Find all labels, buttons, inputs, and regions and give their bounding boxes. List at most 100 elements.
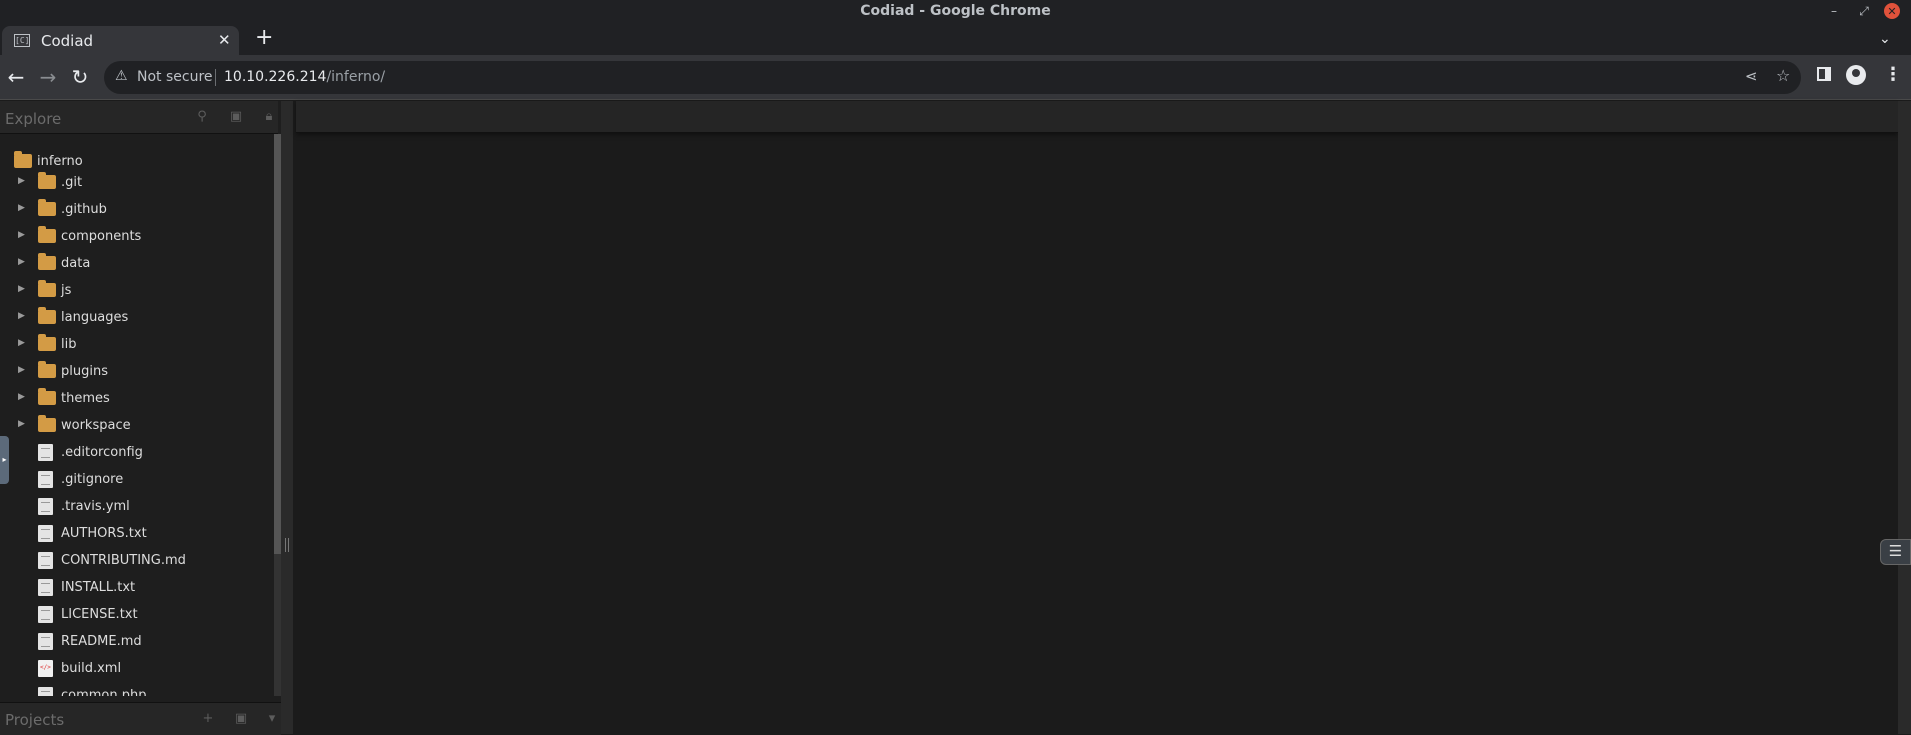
- file-icon: [38, 552, 53, 569]
- tree-file[interactable]: LICENSE.txt: [0, 604, 270, 626]
- file-name: INSTALL.txt: [61, 580, 136, 595]
- scrollbar-thumb[interactable]: [274, 134, 281, 554]
- expand-arrow-icon[interactable]: ▶: [18, 230, 25, 240]
- search-icon[interactable]: ⚲: [194, 109, 210, 125]
- folder-icon: [38, 280, 56, 297]
- expand-arrow-icon[interactable]: ▶: [18, 311, 25, 321]
- sidebar-scrollbar[interactable]: [274, 134, 281, 696]
- window-title: Codiad - Google Chrome: [860, 3, 1051, 19]
- expand-arrow-icon[interactable]: ▶: [18, 257, 25, 267]
- tree-folder[interactable]: ▶ workspace: [0, 415, 270, 437]
- file-icon: [38, 633, 53, 650]
- expand-arrow-icon[interactable]: ▶: [18, 203, 25, 213]
- chevron-down-icon[interactable]: ▾: [264, 711, 280, 727]
- tree-folder[interactable]: ▶ themes: [0, 388, 270, 410]
- lock-icon[interactable]: 🔒︎: [261, 109, 277, 125]
- tree-folder[interactable]: ▶ plugins: [0, 361, 270, 383]
- url-text[interactable]: 10.10.226.214/inferno/: [224, 69, 385, 85]
- folder-icon: [38, 307, 56, 324]
- hamburger-icon[interactable]: ☰: [1880, 539, 1911, 565]
- tree-file[interactable]: .editorconfig: [0, 442, 270, 464]
- folder-name: data: [61, 256, 91, 271]
- file-explorer-sidebar: Explore ⚲ ▣ 🔒︎ inferno ▶ .git ▶ .github ▶ c…: [0, 101, 281, 735]
- forward-arrow-icon[interactable]: →: [37, 66, 59, 88]
- expand-arrow-icon[interactable]: ▶: [18, 365, 25, 375]
- favicon-icon: [C]: [14, 34, 30, 47]
- folder-icon: [38, 199, 56, 216]
- close-window-icon[interactable]: ✕: [1884, 3, 1900, 19]
- folder-name: themes: [61, 391, 110, 406]
- file-name: common.php: [61, 688, 147, 696]
- tree-file[interactable]: INSTALL.txt: [0, 577, 270, 599]
- expand-arrow-icon[interactable]: ▶: [18, 338, 25, 348]
- file-icon: [38, 606, 53, 623]
- folder-name: inferno: [37, 154, 83, 169]
- expand-arrow-icon[interactable]: ▶: [18, 392, 25, 402]
- tree-file[interactable]: .gitignore: [0, 469, 270, 491]
- sidebar-splitter[interactable]: [281, 101, 293, 734]
- reload-icon[interactable]: ↻: [69, 66, 91, 88]
- tree-root-folder[interactable]: inferno: [0, 151, 270, 173]
- maximize-icon[interactable]: ⤢: [1856, 3, 1872, 19]
- url-host: 10.10.226.214: [224, 69, 327, 85]
- file-icon: [38, 525, 53, 542]
- folder-icon: [38, 226, 56, 243]
- tree-file[interactable]: AUTHORS.txt: [0, 523, 270, 545]
- expand-arrow-icon[interactable]: ▶: [18, 419, 25, 429]
- file-icon: [38, 579, 53, 596]
- tree-file[interactable]: .travis.yml: [0, 496, 270, 518]
- right-panel-edge: [1898, 101, 1911, 734]
- folder-name: .git: [61, 175, 83, 190]
- side-panel-icon[interactable]: [1817, 67, 1831, 81]
- window-title-bar: Codiad - Google Chrome – ⤢ ✕: [0, 0, 1911, 23]
- expand-arrow-icon[interactable]: ▶: [18, 284, 25, 294]
- explore-header: Explore ⚲ ▣ 🔒︎: [0, 101, 278, 134]
- explore-label: Explore: [5, 110, 62, 128]
- folder-name: languages: [61, 310, 129, 325]
- plus-icon[interactable]: +: [200, 711, 216, 727]
- tree-folder[interactable]: ▶ .git: [0, 172, 270, 194]
- kebab-menu-icon[interactable]: ⋮: [1884, 64, 1902, 85]
- new-tab-icon[interactable]: +: [255, 27, 273, 49]
- projects-panel-header: Projects + ▣ ▾: [0, 702, 281, 735]
- tree-folder[interactable]: ▶ data: [0, 253, 270, 275]
- tree-file[interactable]: common.php: [0, 685, 270, 696]
- tree-folder[interactable]: ▶ .github: [0, 199, 270, 221]
- expand-arrow-icon[interactable]: ▶: [18, 176, 25, 186]
- back-arrow-icon[interactable]: ←: [5, 66, 27, 88]
- folder-icon: [38, 388, 56, 405]
- file-icon: [38, 498, 53, 515]
- browser-tab[interactable]: [C] Codiad ✕: [2, 26, 239, 55]
- browser-toolbar: ← → ↻ ⚠ Not secure 10.10.226.214/inferno…: [0, 55, 1911, 100]
- file-name: .editorconfig: [61, 445, 143, 460]
- security-label[interactable]: Not secure: [137, 69, 213, 85]
- tab-search-chevron-icon[interactable]: ⌄: [1879, 31, 1891, 47]
- tree-file[interactable]: build.xml: [0, 658, 270, 680]
- address-bar[interactable]: ⚠ Not secure 10.10.226.214/inferno/ ⋖ ☆: [104, 61, 1801, 94]
- sidebar-toggle-tab[interactable]: ▸: [0, 436, 9, 484]
- folder-icon: [14, 151, 32, 168]
- file-icon: [38, 471, 53, 488]
- folder-icon: [38, 334, 56, 351]
- splitter-grip[interactable]: [285, 538, 289, 552]
- tree-folder[interactable]: ▶ languages: [0, 307, 270, 329]
- tree-file[interactable]: README.md: [0, 631, 270, 653]
- profile-icon[interactable]: [1846, 65, 1866, 85]
- tree-file[interactable]: CONTRIBUTING.md: [0, 550, 270, 572]
- archive-icon[interactable]: ▣: [233, 711, 249, 727]
- minimize-icon[interactable]: –: [1826, 3, 1842, 19]
- tab-close-icon[interactable]: ✕: [218, 31, 231, 49]
- editor-tab-bar: [296, 101, 1898, 133]
- warning-icon[interactable]: ⚠: [115, 68, 128, 84]
- xml-file-icon: [38, 660, 53, 677]
- editor-area[interactable]: [293, 101, 1898, 734]
- projects-label: Projects: [5, 711, 65, 729]
- tree-folder[interactable]: ▶ lib: [0, 334, 270, 356]
- tree-folder[interactable]: ▶ components: [0, 226, 270, 248]
- bookmark-star-icon[interactable]: ☆: [1776, 66, 1790, 85]
- share-icon[interactable]: ⋖: [1745, 67, 1758, 85]
- file-name: .travis.yml: [61, 499, 130, 514]
- folder-icon: [38, 253, 56, 270]
- archive-icon[interactable]: ▣: [228, 109, 244, 125]
- tree-folder[interactable]: ▶ js: [0, 280, 270, 302]
